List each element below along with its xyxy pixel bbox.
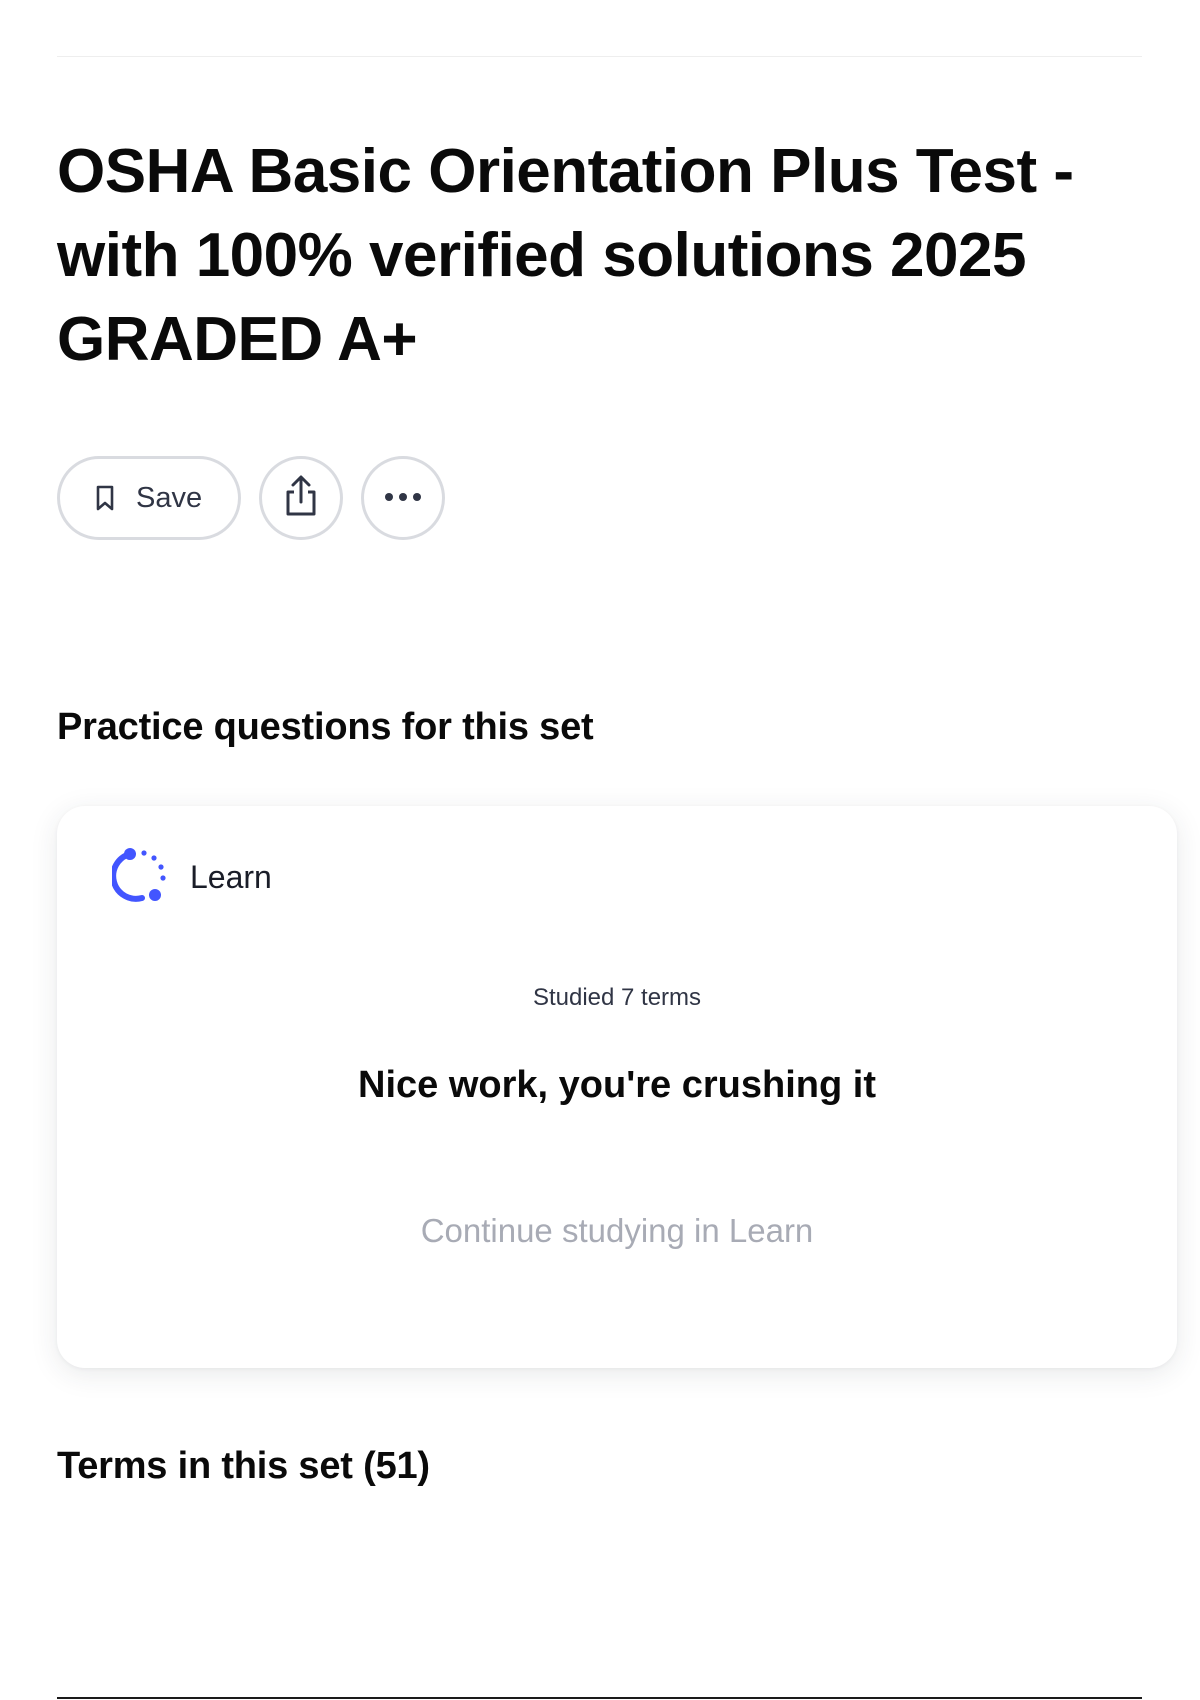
top-divider bbox=[57, 56, 1142, 57]
learn-card[interactable]: Learn Studied 7 terms Nice work, you're … bbox=[57, 806, 1177, 1368]
practice-section-heading: Practice questions for this set bbox=[57, 706, 594, 748]
studied-count-text: Studied 7 terms bbox=[532, 984, 702, 1011]
share-button[interactable] bbox=[259, 456, 343, 540]
action-row: Save bbox=[57, 456, 445, 540]
encouragement-message: Nice work, you're crushing it bbox=[358, 1064, 876, 1106]
bookmark-icon bbox=[94, 484, 116, 512]
terms-section-heading: Terms in this set (51) bbox=[57, 1445, 430, 1487]
more-options-button[interactable] bbox=[361, 456, 445, 540]
study-set-page: OSHA Basic Orientation Plus Test - with … bbox=[0, 0, 1200, 1700]
learn-card-header: Learn bbox=[110, 846, 272, 909]
share-icon bbox=[282, 474, 320, 523]
bottom-divider bbox=[57, 1697, 1142, 1699]
page-title: OSHA Basic Orientation Plus Test - with … bbox=[57, 137, 1074, 374]
save-button-label: Save bbox=[136, 481, 203, 514]
save-button[interactable]: Save bbox=[57, 456, 241, 540]
more-horizontal-icon bbox=[383, 489, 423, 507]
learn-progress-icon bbox=[110, 846, 168, 909]
continue-learn-link[interactable]: Continue studying in Learn bbox=[57, 1212, 1177, 1250]
learn-mode-label: Learn bbox=[190, 859, 272, 895]
